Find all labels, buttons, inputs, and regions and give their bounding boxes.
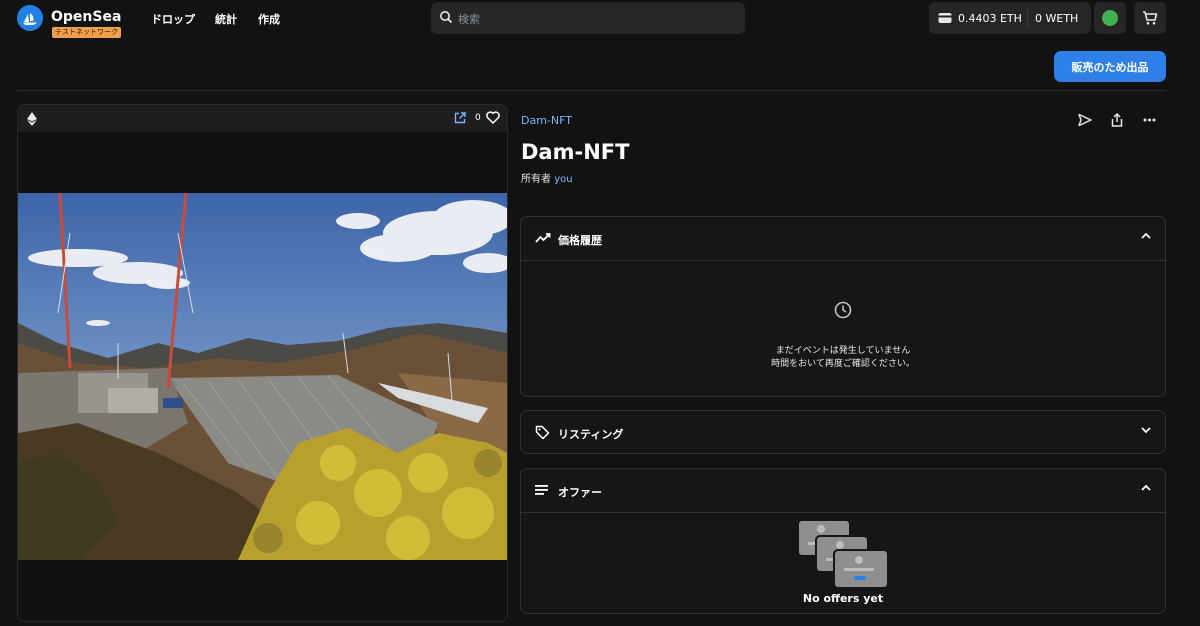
ethereum-icon	[27, 112, 37, 126]
chevron-up-icon	[1141, 484, 1151, 491]
offers-header[interactable]: オファー	[521, 469, 1165, 512]
wallet-balance[interactable]: 0.4403 ETH 0 WETH	[929, 2, 1091, 34]
listings-header[interactable]: リスティング	[521, 411, 1165, 453]
heart-icon[interactable]	[486, 111, 500, 124]
offers-panel: オファー No offers yet	[520, 468, 1166, 614]
opensea-logo-icon[interactable]	[17, 5, 43, 31]
chevron-up-icon	[1141, 232, 1151, 239]
eth-balance: 0.4403 ETH	[958, 12, 1022, 25]
nav-create[interactable]: 作成	[258, 11, 280, 27]
media-card-header: 0	[18, 105, 507, 132]
nft-image[interactable]	[18, 193, 507, 560]
cart-button[interactable]	[1134, 2, 1166, 34]
search-icon	[440, 11, 453, 24]
wallet-icon	[938, 13, 952, 23]
owner-link[interactable]: you	[554, 174, 572, 185]
listings-panel: リスティング	[520, 410, 1166, 454]
panel-divider	[521, 260, 1165, 261]
top-navigation-bar: OpenSea テストネットワーク ドロップ 統計 作成 検索 0.4403 E…	[0, 0, 1200, 38]
nav-stats[interactable]: 統計	[215, 11, 237, 27]
avatar-icon	[1102, 10, 1118, 26]
clock-icon	[834, 301, 852, 319]
price-history-title: 価格履歴	[558, 234, 602, 247]
nav-drops[interactable]: ドロップ	[151, 11, 195, 27]
item-title: Dam-NFT	[521, 140, 630, 164]
nft-media-card: 0	[17, 104, 508, 622]
owner-label: 所有者	[521, 174, 551, 185]
chevron-down-icon	[1141, 427, 1151, 434]
price-history-header[interactable]: 価格履歴	[521, 217, 1165, 260]
share-icon[interactable]	[1111, 113, 1123, 127]
tag-icon	[535, 425, 550, 440]
listings-title: リスティング	[558, 428, 624, 441]
sell-button[interactable]: 販売のため出品	[1054, 51, 1166, 82]
no-offers-text: No offers yet	[802, 592, 884, 605]
panel-divider	[521, 512, 1165, 513]
brand-name[interactable]: OpenSea	[51, 9, 121, 25]
send-icon[interactable]	[1078, 113, 1092, 127]
cart-icon	[1143, 11, 1158, 25]
offers-title: オファー	[558, 486, 602, 499]
search-input[interactable]: 検索	[431, 2, 745, 34]
search-placeholder: 検索	[458, 13, 480, 26]
owner-line: 所有者 you	[521, 170, 573, 185]
price-history-panel: 価格履歴 まだイベントは発生していません 時間をおいて再度ご確認ください。	[520, 216, 1166, 397]
testnet-badge: テストネットワーク	[52, 27, 121, 38]
wallet-divider	[1027, 8, 1028, 28]
weth-balance: 0 WETH	[1035, 12, 1079, 25]
empty-events-text: まだイベントは発生していません	[775, 346, 911, 356]
empty-events-hint: 時間をおいて再度ご確認ください。	[771, 359, 915, 369]
offers-illustration	[798, 520, 889, 589]
external-link-icon[interactable]	[454, 112, 466, 124]
header-divider	[17, 90, 1166, 91]
favorite-count: 0	[475, 113, 481, 123]
trend-icon	[535, 233, 551, 243]
more-icon[interactable]	[1143, 118, 1156, 122]
list-icon	[535, 485, 548, 495]
collection-link[interactable]: Dam-NFT	[521, 114, 572, 127]
profile-button[interactable]	[1094, 2, 1126, 34]
